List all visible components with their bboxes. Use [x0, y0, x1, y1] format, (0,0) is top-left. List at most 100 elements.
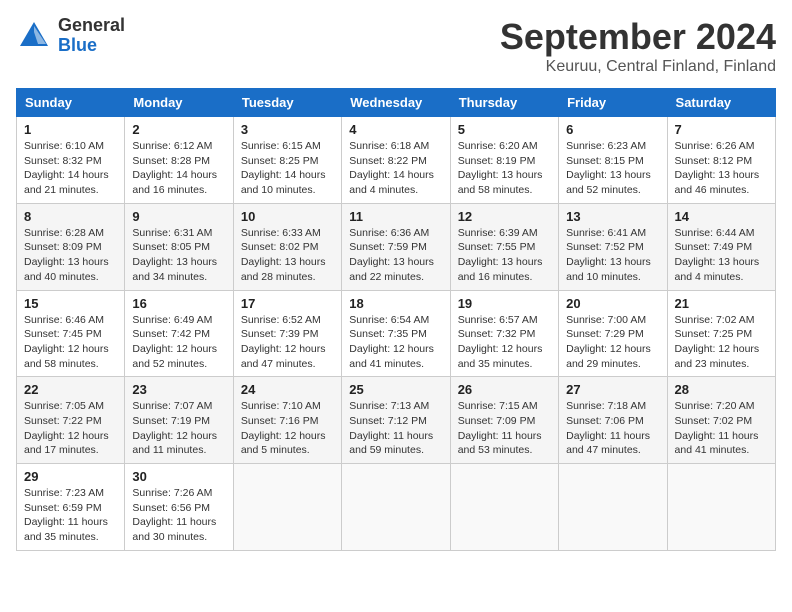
- day-number: 17: [241, 296, 334, 311]
- day-info: Sunrise: 7:00 AMSunset: 7:29 PMDaylight:…: [566, 313, 659, 372]
- day-number: 16: [132, 296, 225, 311]
- day-info: Sunrise: 6:54 AMSunset: 7:35 PMDaylight:…: [349, 313, 442, 372]
- day-info: Sunrise: 7:13 AMSunset: 7:12 PMDaylight:…: [349, 399, 442, 458]
- calendar-cell: 29 Sunrise: 7:23 AMSunset: 6:59 PMDayligh…: [17, 464, 125, 551]
- logo-icon: [16, 18, 52, 54]
- day-info: Sunrise: 7:26 AMSunset: 6:56 PMDaylight:…: [132, 486, 225, 545]
- day-number: 24: [241, 382, 334, 397]
- day-number: 30: [132, 469, 225, 484]
- day-info: Sunrise: 7:02 AMSunset: 7:25 PMDaylight:…: [675, 313, 768, 372]
- weekday-header-friday: Friday: [559, 89, 667, 117]
- logo-blue: Blue: [58, 36, 125, 56]
- day-number: 5: [458, 122, 551, 137]
- calendar-cell: 17 Sunrise: 6:52 AMSunset: 7:39 PMDayligh…: [233, 290, 341, 377]
- calendar-row-3: 22Sunrise: 7:05 AMSunset: 7:22 PMDayligh…: [17, 377, 776, 464]
- calendar-cell: [342, 464, 450, 551]
- logo-general: General: [58, 16, 125, 36]
- page-header: General Blue September 2024 Keuruu, Cent…: [16, 16, 776, 76]
- day-info: Sunrise: 6:39 AMSunset: 7:55 PMDaylight:…: [458, 226, 551, 285]
- day-info: Sunrise: 7:15 AMSunset: 7:09 PMDaylight:…: [458, 399, 551, 458]
- calendar-cell: 1 Sunrise: 6:10 AMSunset: 8:32 PMDaylight…: [17, 117, 125, 204]
- calendar-cell: 11Sunrise: 6:36 AMSunset: 7:59 PMDayligh…: [342, 203, 450, 290]
- title-block: September 2024 Keuruu, Central Finland, …: [500, 16, 776, 76]
- day-info: Sunrise: 6:52 AMSunset: 7:39 PMDaylight:…: [241, 313, 334, 372]
- calendar-cell: 20 Sunrise: 7:00 AMSunset: 7:29 PMDayligh…: [559, 290, 667, 377]
- calendar-cell: 6 Sunrise: 6:23 AMSunset: 8:15 PMDaylight…: [559, 117, 667, 204]
- calendar-cell: 26 Sunrise: 7:15 AMSunset: 7:09 PMDayligh…: [450, 377, 558, 464]
- day-number: 20: [566, 296, 659, 311]
- calendar-table: SundayMondayTuesdayWednesdayThursdayFrid…: [16, 88, 776, 551]
- calendar-cell: 22Sunrise: 7:05 AMSunset: 7:22 PMDayligh…: [17, 377, 125, 464]
- day-number: 19: [458, 296, 551, 311]
- day-number: 6: [566, 122, 659, 137]
- weekday-header-thursday: Thursday: [450, 89, 558, 117]
- day-info: Sunrise: 6:31 AMSunset: 8:05 PMDaylight:…: [132, 226, 225, 285]
- day-number: 26: [458, 382, 551, 397]
- day-number: 23: [132, 382, 225, 397]
- calendar-cell: [667, 464, 775, 551]
- day-number: 28: [675, 382, 768, 397]
- calendar-cell: 9 Sunrise: 6:31 AMSunset: 8:05 PMDaylight…: [125, 203, 233, 290]
- calendar-row-0: 1 Sunrise: 6:10 AMSunset: 8:32 PMDaylight…: [17, 117, 776, 204]
- calendar-row-1: 8 Sunrise: 6:28 AMSunset: 8:09 PMDaylight…: [17, 203, 776, 290]
- day-info: Sunrise: 7:23 AMSunset: 6:59 PMDaylight:…: [24, 486, 117, 545]
- day-number: 18: [349, 296, 442, 311]
- day-info: Sunrise: 7:18 AMSunset: 7:06 PMDaylight:…: [566, 399, 659, 458]
- day-number: 8: [24, 209, 117, 224]
- day-info: Sunrise: 6:46 AMSunset: 7:45 PMDaylight:…: [24, 313, 117, 372]
- day-number: 14: [675, 209, 768, 224]
- day-info: Sunrise: 6:23 AMSunset: 8:15 PMDaylight:…: [566, 139, 659, 198]
- day-number: 9: [132, 209, 225, 224]
- calendar-cell: 30 Sunrise: 7:26 AMSunset: 6:56 PMDayligh…: [125, 464, 233, 551]
- logo: General Blue: [16, 16, 125, 56]
- day-info: Sunrise: 6:33 AMSunset: 8:02 PMDaylight:…: [241, 226, 334, 285]
- calendar-cell: 12 Sunrise: 6:39 AMSunset: 7:55 PMDayligh…: [450, 203, 558, 290]
- calendar-row-2: 15 Sunrise: 6:46 AMSunset: 7:45 PMDayligh…: [17, 290, 776, 377]
- day-number: 1: [24, 122, 117, 137]
- calendar-cell: 28 Sunrise: 7:20 AMSunset: 7:02 PMDayligh…: [667, 377, 775, 464]
- day-number: 15: [24, 296, 117, 311]
- calendar-cell: 27 Sunrise: 7:18 AMSunset: 7:06 PMDayligh…: [559, 377, 667, 464]
- day-number: 2: [132, 122, 225, 137]
- day-info: Sunrise: 6:57 AMSunset: 7:32 PMDaylight:…: [458, 313, 551, 372]
- calendar-cell: 24 Sunrise: 7:10 AMSunset: 7:16 PMDayligh…: [233, 377, 341, 464]
- day-info: Sunrise: 7:20 AMSunset: 7:02 PMDaylight:…: [675, 399, 768, 458]
- month-title: September 2024: [500, 16, 776, 58]
- day-number: 7: [675, 122, 768, 137]
- day-number: 12: [458, 209, 551, 224]
- day-number: 10: [241, 209, 334, 224]
- calendar-cell: 10 Sunrise: 6:33 AMSunset: 8:02 PMDayligh…: [233, 203, 341, 290]
- calendar-cell: 18 Sunrise: 6:54 AMSunset: 7:35 PMDayligh…: [342, 290, 450, 377]
- calendar-cell: [450, 464, 558, 551]
- weekday-header-row: SundayMondayTuesdayWednesdayThursdayFrid…: [17, 89, 776, 117]
- day-info: Sunrise: 6:49 AMSunset: 7:42 PMDaylight:…: [132, 313, 225, 372]
- day-number: 25: [349, 382, 442, 397]
- location-title: Keuruu, Central Finland, Finland: [500, 58, 776, 76]
- day-info: Sunrise: 7:10 AMSunset: 7:16 PMDaylight:…: [241, 399, 334, 458]
- calendar-cell: [559, 464, 667, 551]
- day-info: Sunrise: 6:28 AMSunset: 8:09 PMDaylight:…: [24, 226, 117, 285]
- day-info: Sunrise: 6:15 AMSunset: 8:25 PMDaylight:…: [241, 139, 334, 198]
- calendar-body: 1 Sunrise: 6:10 AMSunset: 8:32 PMDaylight…: [17, 117, 776, 551]
- weekday-header-wednesday: Wednesday: [342, 89, 450, 117]
- day-info: Sunrise: 6:12 AMSunset: 8:28 PMDaylight:…: [132, 139, 225, 198]
- day-number: 13: [566, 209, 659, 224]
- calendar-cell: 2 Sunrise: 6:12 AMSunset: 8:28 PMDaylight…: [125, 117, 233, 204]
- day-info: Sunrise: 6:18 AMSunset: 8:22 PMDaylight:…: [349, 139, 442, 198]
- calendar-cell: 7Sunrise: 6:26 AMSunset: 8:12 PMDaylight…: [667, 117, 775, 204]
- weekday-header-monday: Monday: [125, 89, 233, 117]
- calendar-cell: 14Sunrise: 6:44 AMSunset: 7:49 PMDayligh…: [667, 203, 775, 290]
- calendar-cell: 3Sunrise: 6:15 AMSunset: 8:25 PMDaylight…: [233, 117, 341, 204]
- calendar-cell: 23Sunrise: 7:07 AMSunset: 7:19 PMDayligh…: [125, 377, 233, 464]
- day-number: 21: [675, 296, 768, 311]
- calendar-cell: 16 Sunrise: 6:49 AMSunset: 7:42 PMDayligh…: [125, 290, 233, 377]
- day-number: 29: [24, 469, 117, 484]
- calendar-cell: 15 Sunrise: 6:46 AMSunset: 7:45 PMDayligh…: [17, 290, 125, 377]
- weekday-header-sunday: Sunday: [17, 89, 125, 117]
- calendar-cell: 4Sunrise: 6:18 AMSunset: 8:22 PMDaylight…: [342, 117, 450, 204]
- day-info: Sunrise: 6:10 AMSunset: 8:32 PMDaylight:…: [24, 139, 117, 198]
- calendar-cell: 25 Sunrise: 7:13 AMSunset: 7:12 PMDayligh…: [342, 377, 450, 464]
- weekday-header-saturday: Saturday: [667, 89, 775, 117]
- day-number: 27: [566, 382, 659, 397]
- day-info: Sunrise: 7:05 AMSunset: 7:22 PMDaylight:…: [24, 399, 117, 458]
